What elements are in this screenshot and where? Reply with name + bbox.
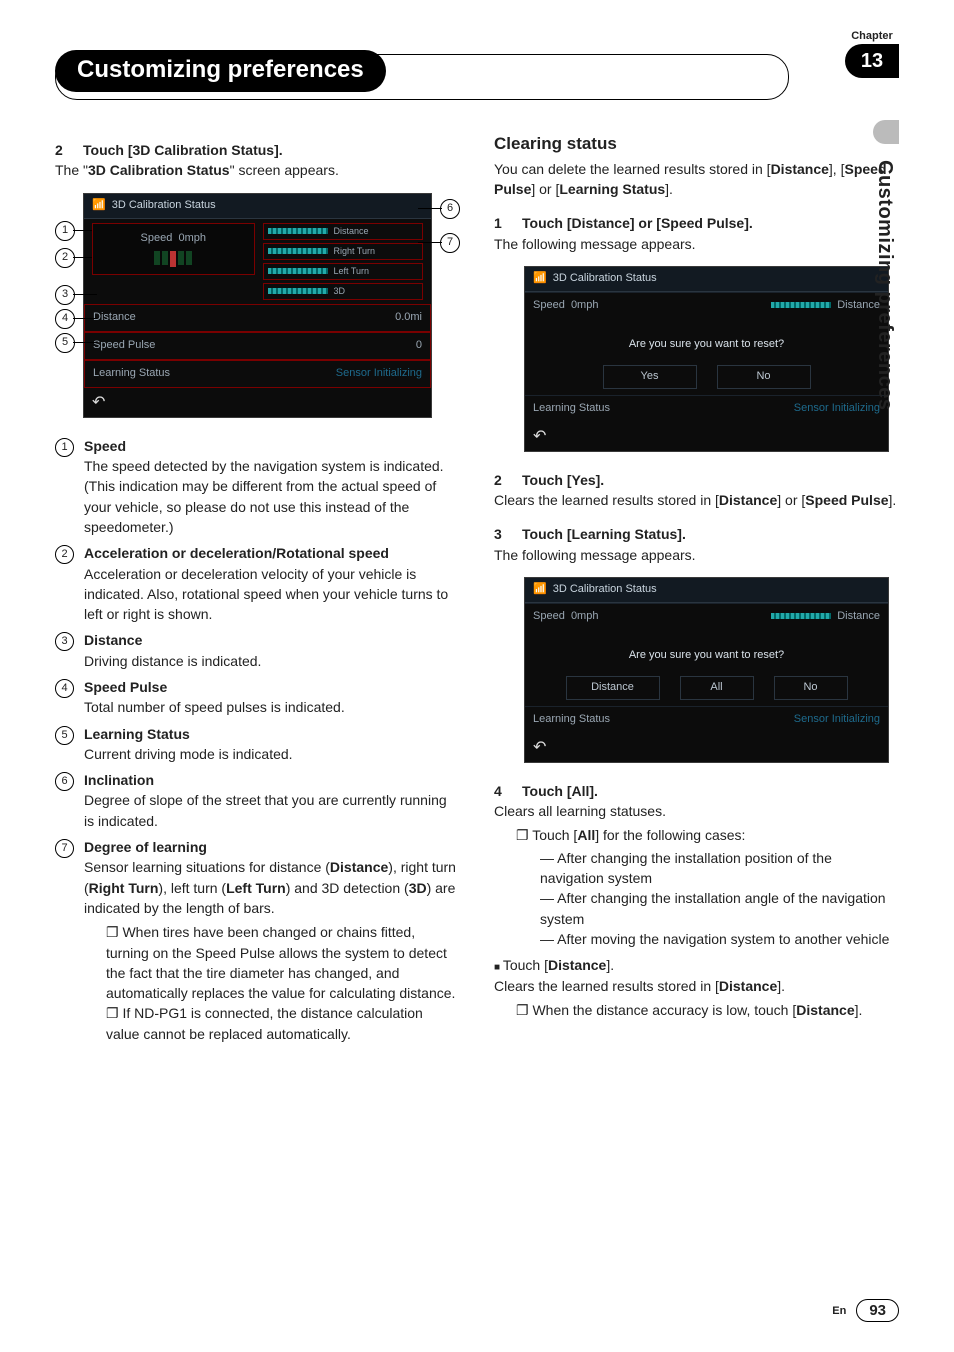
right-step-1-body: The following message appears.: [494, 234, 899, 254]
figure-1-wrap: 1 2 3 4 5 6 7 📶3D Calibration Status: [55, 193, 460, 418]
content-columns: 2 Touch [3D Calibration Status]. The "3D…: [55, 132, 899, 1044]
right-column: Clearing status You can delete the learn…: [494, 132, 899, 1044]
legend-circle: 6: [55, 772, 74, 791]
heading-clearing-status: Clearing status: [494, 132, 899, 157]
fig3-distance-button[interactable]: Distance: [566, 676, 660, 700]
right-step-2-body: Clears the learned results stored in [Di…: [494, 490, 899, 510]
legend-body: Current driving mode is indicated.: [84, 744, 293, 764]
fig3-no-button[interactable]: No: [774, 676, 848, 700]
figure-1: 📶3D Calibration Status Speed 0mph: [83, 193, 432, 418]
legend-body: Sensor learning situations for distance …: [84, 857, 460, 918]
legend-list: 1 SpeedThe speed detected by the navigati…: [55, 436, 460, 1044]
left-step-2-body: The "3D Calibration Status" screen appea…: [55, 160, 460, 180]
legend-item-6: 6 InclinationDegree of slope of the stree…: [55, 770, 460, 831]
legend-title: Acceleration or deceleration/Rotational …: [84, 543, 460, 563]
back-icon[interactable]: ↶: [84, 388, 431, 417]
right-step-4: 4 Touch [All].: [494, 781, 899, 801]
right-step-4-line: Clears all learning statuses.: [494, 801, 899, 821]
fig2-no-button[interactable]: No: [717, 365, 811, 389]
legend-item-2: 2 Acceleration or deceleration/Rotational…: [55, 543, 460, 624]
legend-item-1: 1 SpeedThe speed detected by the navigati…: [55, 436, 460, 537]
right-step-2: 2 Touch [Yes].: [494, 470, 899, 490]
fig1-learning-bars: Distance Right Turn Left Turn 3D: [263, 223, 424, 300]
legend-item-5: 5 Learning StatusCurrent driving mode is …: [55, 724, 460, 765]
touch-distance-body: Clears the learned results stored in [Di…: [494, 976, 899, 996]
footer-page: 93: [856, 1299, 899, 1322]
title-row: Customizing preferences: [55, 30, 899, 92]
fig3-dialog: Are you sure you want to reset?: [525, 630, 888, 674]
fig1-speed-gauge: Speed 0mph: [92, 223, 255, 275]
fig2-dialog: Are you sure you want to reset?: [525, 319, 888, 363]
right-step-3: 3 Touch [Learning Status].: [494, 524, 899, 544]
legend-circle: 1: [55, 438, 74, 457]
legend-circle: 2: [55, 545, 74, 564]
right-step-3-body: The following message appears.: [494, 545, 899, 565]
legend-body: Total number of speed pulses is indicate…: [84, 697, 345, 717]
clearing-intro: You can delete the learned results store…: [494, 159, 899, 200]
legend-circle: 7: [55, 839, 74, 858]
antenna-icon: 📶: [533, 582, 547, 598]
left-column: 2 Touch [3D Calibration Status]. The "3D…: [55, 132, 460, 1044]
back-icon[interactable]: ↶: [525, 733, 888, 762]
footer: En 93: [832, 1299, 899, 1322]
figure-2: 📶3D Calibration Status Speed 0mph Distan…: [524, 266, 889, 452]
legend-item-4: 4 Speed PulseTotal number of speed pulses…: [55, 677, 460, 718]
fig3-all-button[interactable]: All: [680, 676, 754, 700]
legend-title: Speed: [84, 436, 460, 456]
callout-3: 3: [55, 285, 75, 305]
legend-body: Degree of slope of the street that you a…: [84, 790, 460, 831]
right-step-1: 1 Touch [Distance] or [Speed Pulse].: [494, 213, 899, 233]
legend-body: Driving distance is indicated.: [84, 651, 261, 671]
fig1-row-speed-pulse[interactable]: Speed Pulse0: [84, 332, 431, 360]
legend-item-7: 7 Degree of learningSensor learning situa…: [55, 837, 460, 1044]
fig2-yes-button[interactable]: Yes: [603, 365, 697, 389]
legend-circle: 3: [55, 632, 74, 651]
antenna-icon: 📶: [92, 198, 106, 214]
figure-3: 📶3D Calibration Status Speed 0mph Distan…: [524, 577, 889, 763]
callout-7: 7: [440, 233, 460, 253]
back-icon[interactable]: ↶: [525, 422, 888, 451]
callout-5: 5: [55, 333, 75, 353]
page: Chapter 13 Customizing preferences Custo…: [0, 0, 954, 1352]
touch-distance-note: When the distance accuracy is low, touch…: [516, 1000, 899, 1020]
legend-title: Learning Status: [84, 724, 293, 744]
callout-4: 4: [55, 309, 75, 329]
callout-2: 2: [55, 248, 75, 268]
antenna-icon: 📶: [533, 271, 547, 287]
legend-notes: When tires have been changed or chains f…: [106, 922, 460, 1044]
footer-lang: En: [832, 1305, 846, 1317]
page-title: Customizing preferences: [55, 50, 386, 92]
legend-body: Acceleration or deceleration velocity of…: [84, 564, 460, 625]
touch-distance-heading: Touch [Distance].: [494, 955, 899, 976]
callout-6: 6: [440, 199, 460, 219]
side-tab-accent: [873, 120, 899, 144]
side-tab-title: Customizing preferences: [873, 160, 896, 410]
right-step-4-note: Touch [All] for the following cases: Aft…: [516, 825, 899, 949]
fig1-row-learning-status[interactable]: Learning StatusSensor Initializing: [84, 360, 431, 388]
fig1-row-distance[interactable]: Distance0.0mi: [84, 304, 431, 332]
legend-body: The speed detected by the navigation sys…: [84, 456, 460, 537]
legend-title: Inclination: [84, 770, 460, 790]
legend-item-3: 3 DistanceDriving distance is indicated.: [55, 630, 460, 671]
legend-circle: 4: [55, 679, 74, 698]
legend-title: Speed Pulse: [84, 677, 345, 697]
legend-circle: 5: [55, 726, 74, 745]
legend-title: Degree of learning: [84, 837, 460, 857]
callout-1: 1: [55, 221, 75, 241]
legend-title: Distance: [84, 630, 261, 650]
left-step-2: 2 Touch [3D Calibration Status].: [55, 140, 460, 160]
